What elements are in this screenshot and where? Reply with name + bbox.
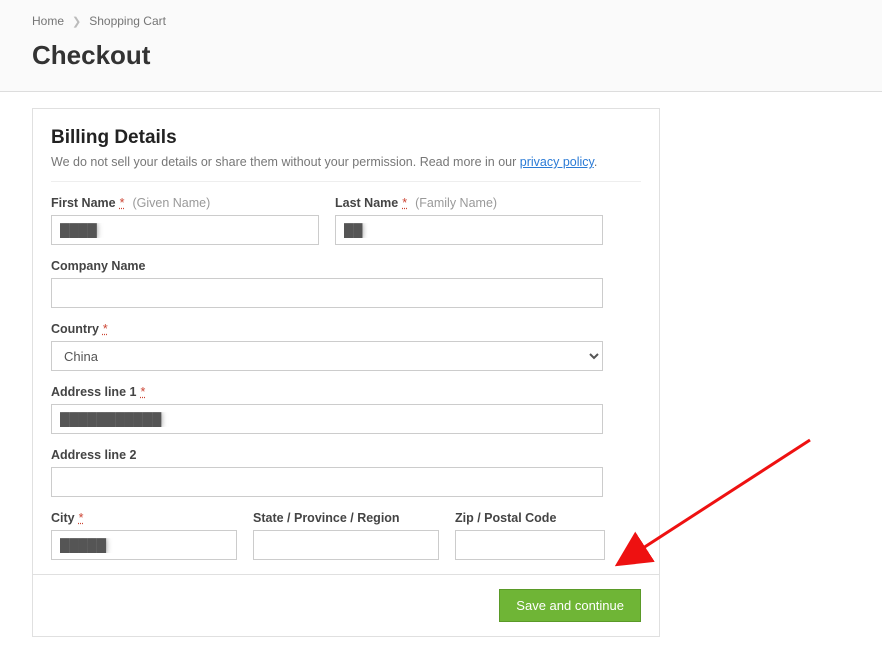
first-name-hint: (Given Name) — [132, 196, 210, 210]
card-title: Billing Details — [51, 127, 641, 149]
card-subtitle: We do not sell your details or share the… — [51, 155, 641, 169]
zip-label: Zip / Postal Code — [455, 511, 556, 525]
chevron-right-icon: ❯ — [72, 15, 81, 28]
save-and-continue-button[interactable]: Save and continue — [499, 589, 641, 622]
card-subtitle-text: We do not sell your details or share the… — [51, 155, 520, 169]
first-name-label: First Name — [51, 196, 116, 210]
last-name-hint: (Family Name) — [415, 196, 497, 210]
billing-card: Billing Details We do not sell your deta… — [32, 108, 660, 637]
breadcrumb-home[interactable]: Home — [32, 14, 64, 28]
address1-input[interactable] — [51, 404, 603, 434]
first-name-input[interactable] — [51, 215, 319, 245]
divider — [51, 181, 641, 182]
company-input[interactable] — [51, 278, 603, 308]
address2-label: Address line 2 — [51, 448, 136, 462]
last-name-label: Last Name — [335, 196, 398, 210]
zip-input[interactable] — [455, 530, 605, 560]
required-marker: * — [402, 196, 407, 210]
last-name-input[interactable] — [335, 215, 603, 245]
country-select[interactable]: China — [51, 341, 603, 371]
state-input[interactable] — [253, 530, 439, 560]
address1-label: Address line 1 — [51, 385, 136, 399]
country-label: Country — [51, 322, 99, 336]
required-marker: * — [140, 385, 145, 399]
city-label: City — [51, 511, 75, 525]
required-marker: * — [120, 196, 125, 210]
page-title: Checkout — [32, 40, 850, 71]
state-label: State / Province / Region — [253, 511, 400, 525]
city-input[interactable] — [51, 530, 237, 560]
breadcrumb: Home ❯ Shopping Cart — [32, 14, 850, 28]
company-label: Company Name — [51, 259, 145, 273]
card-subtitle-suffix: . — [594, 155, 597, 169]
required-marker: * — [103, 322, 108, 336]
address2-input[interactable] — [51, 467, 603, 497]
required-marker: * — [79, 511, 84, 525]
privacy-policy-link[interactable]: privacy policy — [520, 155, 594, 169]
breadcrumb-cart[interactable]: Shopping Cart — [89, 14, 166, 28]
card-footer: Save and continue — [33, 574, 659, 636]
